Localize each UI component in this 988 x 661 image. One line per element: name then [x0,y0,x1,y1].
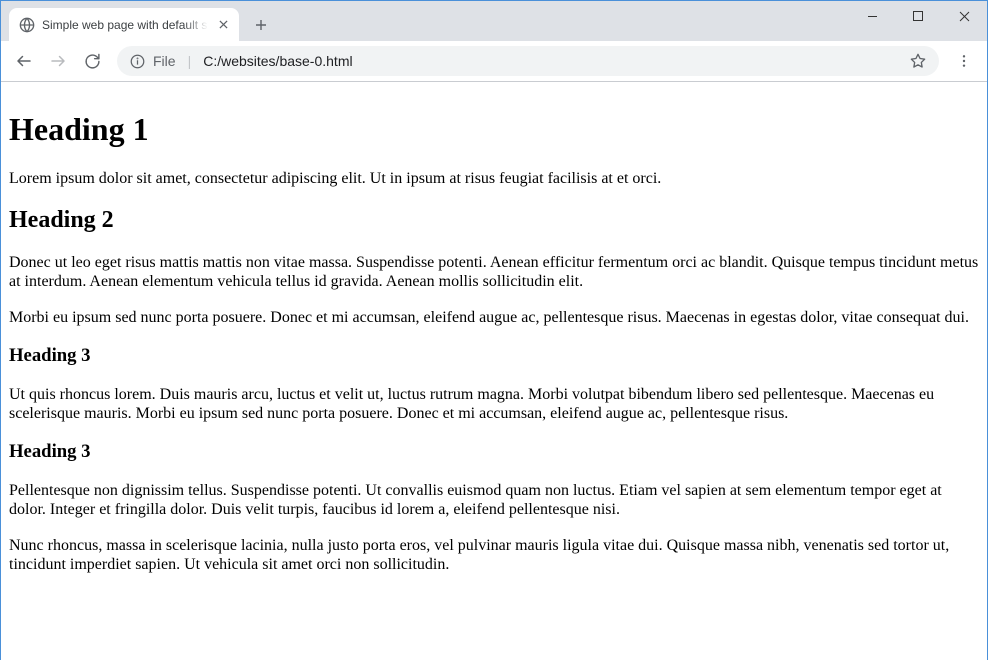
new-tab-button[interactable] [247,11,275,39]
paragraph: Pellentesque non dignissim tellus. Suspe… [9,481,979,519]
maximize-button[interactable] [895,1,941,31]
paragraph: Donec ut leo eget risus mattis mattis no… [9,253,979,291]
forward-button[interactable] [43,46,73,76]
address-scheme: File [153,53,176,69]
globe-icon [19,17,35,33]
address-separator: | [184,53,196,69]
address-bar[interactable]: File | C:/websites/base-0.html [117,46,939,76]
info-icon[interactable] [129,53,145,69]
paragraph: Nunc rhoncus, massa in scelerisque lacin… [9,536,979,574]
page-content: Heading 1 Lorem ipsum dolor sit amet, co… [1,82,987,661]
reload-button[interactable] [77,46,107,76]
close-tab-icon[interactable] [215,17,231,33]
heading-3: Heading 3 [9,441,979,463]
toolbar: File | C:/websites/base-0.html [1,41,987,81]
heading-1: Heading 1 [9,111,979,148]
titlebar: Simple web page with default sty [1,1,987,41]
address-path: C:/websites/base-0.html [203,53,901,69]
bookmark-star-icon[interactable] [909,52,927,70]
heading-3: Heading 3 [9,345,979,367]
paragraph: Morbi eu ipsum sed nunc porta posuere. D… [9,308,979,327]
paragraph: Ut quis rhoncus lorem. Duis mauris arcu,… [9,385,979,423]
paragraph: Lorem ipsum dolor sit amet, consectetur … [9,169,979,188]
menu-button[interactable] [949,46,979,76]
close-window-button[interactable] [941,1,987,31]
browser-chrome: Simple web page with default sty [1,1,987,82]
window-controls [849,1,987,31]
heading-2: Heading 2 [9,207,979,234]
tab-title: Simple web page with default sty [42,18,208,32]
minimize-button[interactable] [849,1,895,31]
browser-tab[interactable]: Simple web page with default sty [9,8,239,41]
back-button[interactable] [9,46,39,76]
